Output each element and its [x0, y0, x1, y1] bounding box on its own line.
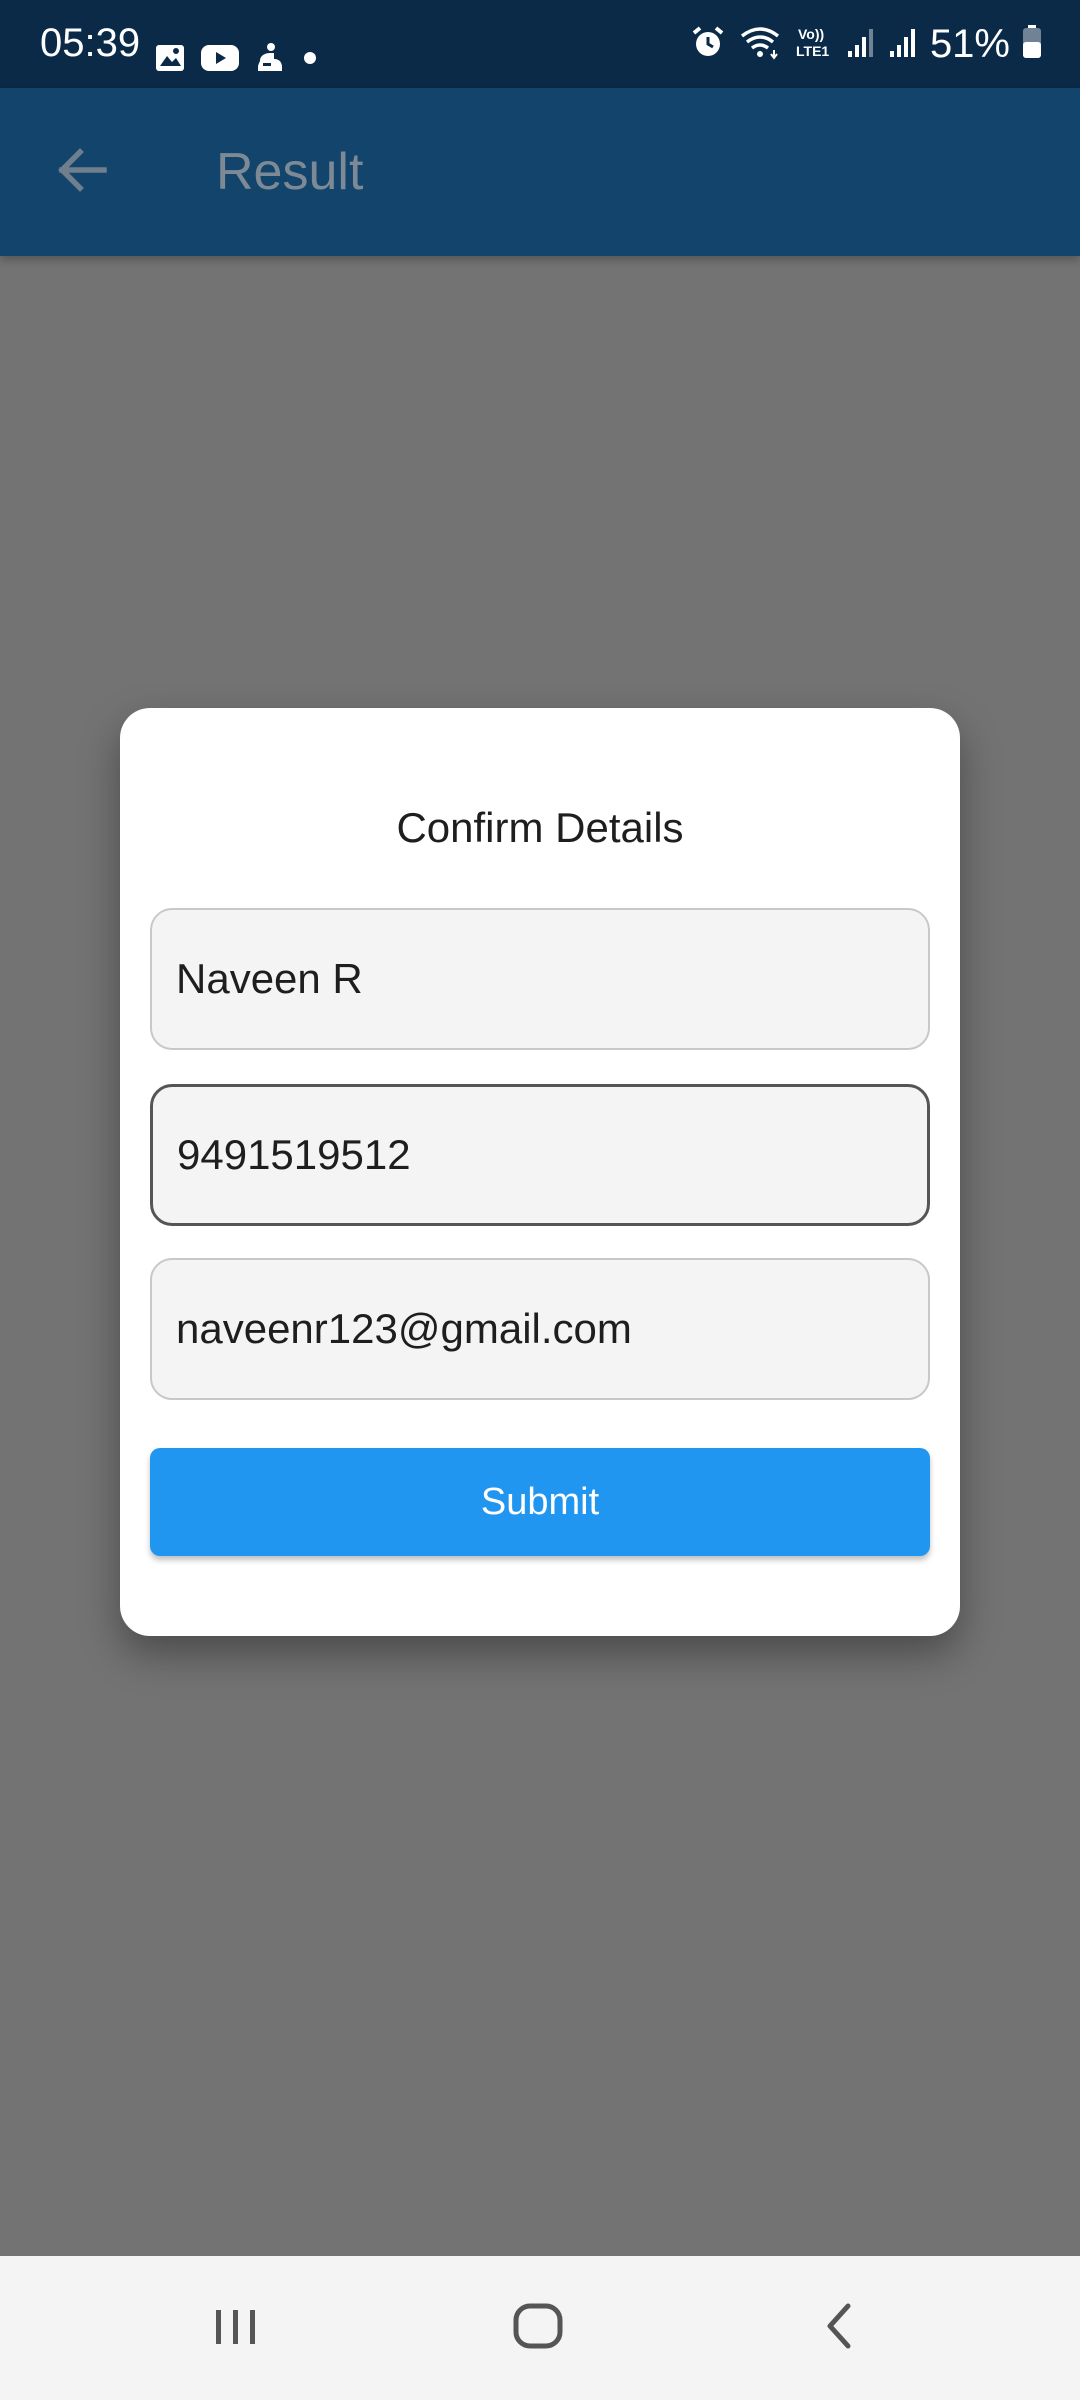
name-field-container — [150, 908, 930, 1050]
screen: 05:39 Vo)) LTE1 51% Result Confirm Detai… — [0, 0, 1080, 2400]
gallery-icon — [154, 42, 186, 79]
navigation-bar — [0, 2256, 1080, 2400]
dot-icon — [298, 46, 322, 75]
back-button[interactable] — [50, 140, 114, 204]
battery-icon — [1022, 24, 1042, 65]
email-field-container — [150, 1258, 930, 1400]
confirm-details-dialog: Confirm Details Submit — [120, 708, 960, 1636]
recents-icon — [206, 2296, 266, 2361]
dialog-title: Confirm Details — [396, 804, 684, 851]
arrow-back-icon — [54, 142, 110, 203]
submit-button[interactable]: Submit — [150, 1448, 930, 1556]
volte-icon: Vo)) LTE1 — [794, 24, 834, 65]
status-time: 05:39 — [40, 21, 141, 65]
app-notification-icon — [254, 41, 284, 80]
battery-percent: 51% — [929, 22, 1010, 66]
status-left-icons — [154, 40, 322, 80]
home-icon — [508, 2296, 568, 2361]
wifi-icon — [738, 24, 782, 65]
signal-icon — [888, 25, 918, 64]
signal-icon — [846, 25, 876, 64]
svg-text:Vo)): Vo)) — [798, 26, 824, 42]
email-field[interactable] — [152, 1305, 928, 1353]
back-icon — [810, 2296, 870, 2361]
svg-text:LTE1: LTE1 — [796, 43, 829, 59]
nav-back-button[interactable] — [800, 2288, 880, 2368]
status-right: Vo)) LTE1 51% — [690, 20, 1042, 68]
page-title: Result — [216, 143, 364, 201]
recents-button[interactable] — [196, 2288, 276, 2368]
app-bar: Result — [0, 88, 1080, 256]
name-field[interactable] — [152, 955, 928, 1003]
alarm-icon — [690, 24, 726, 65]
phone-field-container — [150, 1084, 930, 1226]
status-bar: 05:39 Vo)) LTE1 51% — [0, 0, 1080, 88]
phone-field[interactable] — [153, 1131, 927, 1179]
youtube-icon — [200, 42, 240, 79]
home-button[interactable] — [498, 2288, 578, 2368]
